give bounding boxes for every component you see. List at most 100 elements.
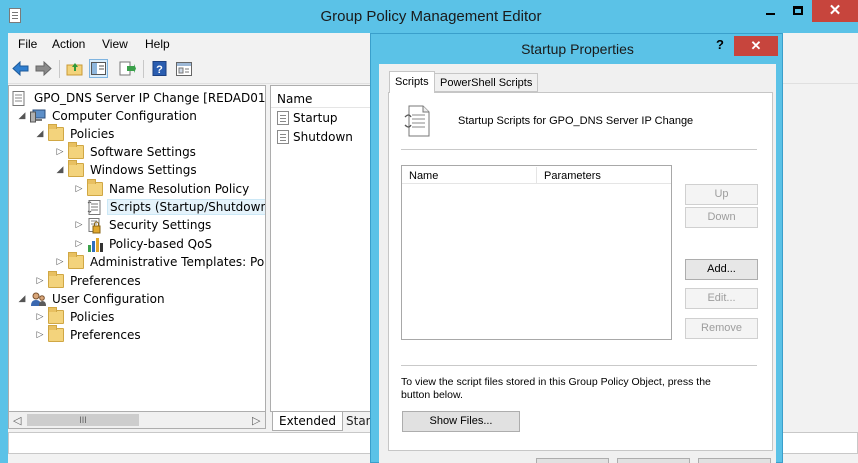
cancel-button[interactable]: [617, 458, 690, 463]
tree-item-scripts[interactable]: Scripts (Startup/Shutdown): [73, 198, 265, 216]
scroll-left-icon[interactable]: ◁: [13, 414, 21, 427]
forward-icon[interactable]: [34, 59, 53, 78]
details-pane[interactable]: Name Startup Shutdown: [270, 85, 380, 412]
list-item-shutdown[interactable]: Shutdown: [277, 128, 353, 146]
menu-file[interactable]: File: [18, 37, 37, 51]
list-item-startup[interactable]: Startup: [277, 109, 338, 127]
tree-item-label: Name Resolution Policy: [109, 182, 250, 196]
expand-arrow-icon[interactable]: ▷: [73, 239, 85, 249]
tree-item-label: Administrative Templates: Policy: [90, 255, 266, 269]
scripts-heading: Startup Scripts for GPO_DNS Server IP Ch…: [458, 115, 694, 127]
tree-item-label: Windows Settings: [90, 163, 197, 177]
column-header-name[interactable]: Name: [271, 86, 379, 108]
back-icon[interactable]: [11, 59, 30, 78]
tree-item-label: Security Settings: [109, 218, 212, 232]
collapse-arrow-icon[interactable]: ◢: [16, 111, 28, 121]
ok-button[interactable]: [536, 458, 609, 463]
properties-pane-icon[interactable]: [174, 59, 193, 78]
script-item-icon: [277, 111, 289, 125]
folder-icon: [68, 142, 84, 159]
scripts-list[interactable]: Name Parameters: [401, 165, 672, 340]
folder-icon: [48, 307, 64, 324]
list-item-label: Startup: [293, 111, 338, 125]
tree-item-user-preferences[interactable]: ▷ Preferences: [34, 325, 143, 344]
tree-item-gpo-root[interactable]: GPO_DNS Server IP Change [REDAD01.RED.: [12, 89, 266, 107]
tree-item-administrative-templates[interactable]: ▷ Administrative Templates: Policy: [54, 252, 266, 271]
users-icon: [30, 292, 46, 306]
tree-item-user-configuration[interactable]: ◢ User Configuration: [16, 290, 167, 308]
tree-item-windows-settings[interactable]: ◢ Windows Settings: [54, 160, 199, 179]
tree-item-label: Software Settings: [90, 145, 196, 159]
minimize-icon: [766, 13, 775, 15]
tree-item-label: Policies: [70, 127, 115, 141]
up-folder-icon[interactable]: [65, 59, 84, 78]
tree-item-label: Computer Configuration: [52, 109, 197, 123]
down-button[interactable]: Down: [685, 207, 758, 228]
tree-item-policy-based-qos[interactable]: ▷ Policy-based QoS: [73, 235, 214, 253]
scroll-right-icon[interactable]: ▷: [252, 414, 260, 427]
divider: [401, 149, 757, 150]
folder-icon: [48, 271, 64, 288]
menu-action[interactable]: Action: [52, 37, 85, 51]
tree-item-security-settings[interactable]: ▷ Security Settings: [73, 216, 213, 234]
edit-button[interactable]: Edit...: [685, 288, 758, 309]
menu-view[interactable]: View: [102, 37, 128, 51]
window-title: Group Policy Management Editor: [320, 8, 542, 25]
tab-extended[interactable]: Extended: [272, 412, 343, 431]
scripts-icon: [87, 200, 103, 215]
maximize-button[interactable]: [785, 0, 812, 22]
tab-powershell-scripts[interactable]: PowerShell Scripts: [434, 73, 539, 92]
menu-help[interactable]: Help: [145, 37, 170, 51]
tree-item-name-resolution-policy[interactable]: ▷ Name Resolution Policy: [73, 179, 251, 198]
tree-item-user-policies[interactable]: ▷ Policies: [34, 307, 116, 326]
scroll-thumb[interactable]: III: [27, 414, 139, 426]
expand-arrow-icon[interactable]: ▷: [54, 147, 66, 157]
expand-arrow-icon[interactable]: ▷: [34, 330, 46, 340]
show-files-button[interactable]: Show Files...: [402, 411, 520, 432]
tree-item-label: GPO_DNS Server IP Change [REDAD01.RED.: [34, 91, 266, 105]
toolbar-separator: [59, 60, 60, 78]
tree-item-label: Scripts (Startup/Shutdown): [107, 199, 265, 215]
folder-icon: [48, 124, 64, 141]
maximize-icon: [793, 6, 803, 15]
script-item-icon: [277, 130, 289, 144]
apply-button[interactable]: [698, 458, 771, 463]
tree-horizontal-scrollbar[interactable]: ◁ III ▷: [8, 412, 266, 429]
main-titlebar[interactable]: Group Policy Management Editor: [0, 0, 858, 32]
column-header-name[interactable]: Name: [402, 167, 537, 184]
collapse-arrow-icon[interactable]: ◢: [34, 129, 46, 139]
scripts-icon: [403, 105, 431, 137]
show-hide-tree-icon[interactable]: [89, 59, 108, 78]
view-tabs: Extended Stand: [270, 412, 381, 431]
expand-arrow-icon[interactable]: ▷: [73, 220, 85, 230]
dialog-close-button[interactable]: ✕: [734, 36, 778, 56]
expand-arrow-icon[interactable]: ▷: [73, 184, 85, 194]
folder-icon: [48, 325, 64, 342]
divider: [401, 365, 757, 366]
remove-button[interactable]: Remove: [685, 318, 758, 339]
add-button[interactable]: Add...: [685, 259, 758, 280]
help-icon[interactable]: ?: [150, 59, 169, 78]
startup-properties-dialog: Startup Properties ? ✕ Scripts PowerShel…: [370, 33, 783, 463]
expand-arrow-icon[interactable]: ▷: [54, 257, 66, 267]
up-button[interactable]: Up: [685, 184, 758, 205]
expand-arrow-icon[interactable]: ▷: [34, 312, 46, 322]
console-tree[interactable]: GPO_DNS Server IP Change [REDAD01.RED. ◢…: [8, 85, 266, 412]
scripts-tab-panel: Startup Scripts for GPO_DNS Server IP Ch…: [388, 92, 773, 451]
column-header-parameters[interactable]: Parameters: [537, 167, 671, 184]
close-button[interactable]: ✕: [812, 0, 858, 22]
expand-arrow-icon[interactable]: ▷: [34, 276, 46, 286]
tree-item-software-settings[interactable]: ▷ Software Settings: [54, 142, 198, 161]
tree-item-policies[interactable]: ◢ Policies: [34, 124, 116, 143]
minimize-button[interactable]: [757, 0, 784, 22]
collapse-arrow-icon[interactable]: ◢: [16, 294, 28, 304]
collapse-arrow-icon[interactable]: ◢: [54, 165, 66, 175]
tab-scripts[interactable]: Scripts: [389, 71, 435, 93]
dialog-titlebar[interactable]: Startup Properties ? ✕: [371, 34, 784, 64]
tree-item-computer-preferences[interactable]: ▷ Preferences: [34, 271, 143, 290]
tree-item-computer-configuration[interactable]: ◢ Computer Configuration: [16, 107, 199, 125]
dialog-help-button[interactable]: ?: [707, 36, 733, 56]
export-list-icon[interactable]: [118, 59, 137, 78]
tree-item-label: User Configuration: [52, 292, 165, 306]
close-icon: ✕: [828, 2, 842, 19]
